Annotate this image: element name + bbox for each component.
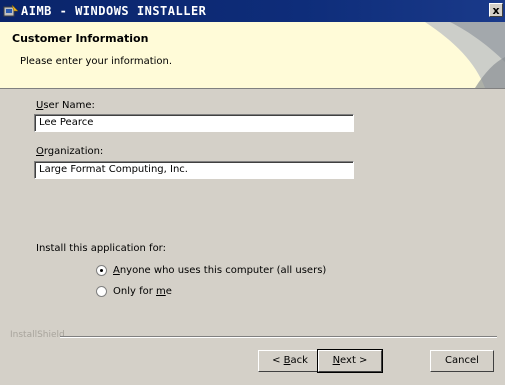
user-name-input[interactable]: Lee Pearce [34, 114, 354, 132]
close-button[interactable]: x [489, 3, 503, 17]
close-icon: x [492, 4, 500, 17]
next-button[interactable]: Next > [317, 349, 383, 373]
installer-icon [3, 4, 19, 17]
organization-input[interactable]: Large Format Computing, Inc. [34, 161, 354, 179]
cancel-button[interactable]: Cancel [430, 350, 494, 372]
radio-all-users[interactable]: Anyone who uses this computer (all users… [96, 265, 326, 276]
installshield-brand: InstallShield [10, 330, 65, 340]
radio-unselected-icon[interactable] [96, 286, 107, 297]
banner-art-image [425, 22, 505, 88]
footer-divider [60, 336, 497, 338]
radio-only-me-label: Only for me [113, 286, 172, 297]
installer-window: AIMB - WINDOWS INSTALLER x Customer Info… [0, 0, 505, 385]
header-banner: Customer Information Please enter your i… [0, 22, 505, 89]
user-name-label: User Name: [36, 100, 95, 111]
page-title: Customer Information [12, 32, 149, 45]
back-button[interactable]: < Back [258, 350, 322, 372]
install-for-label: Install this application for: [36, 243, 166, 254]
radio-all-users-label: Anyone who uses this computer (all users… [113, 265, 327, 276]
title-bar[interactable]: AIMB - WINDOWS INSTALLER x [0, 0, 505, 22]
page-subtitle: Please enter your information. [20, 56, 173, 67]
window-title: AIMB - WINDOWS INSTALLER [21, 4, 207, 18]
radio-selected-icon[interactable] [96, 265, 107, 276]
radio-only-me[interactable]: Only for me [96, 286, 172, 297]
organization-label: Organization: [36, 146, 104, 157]
